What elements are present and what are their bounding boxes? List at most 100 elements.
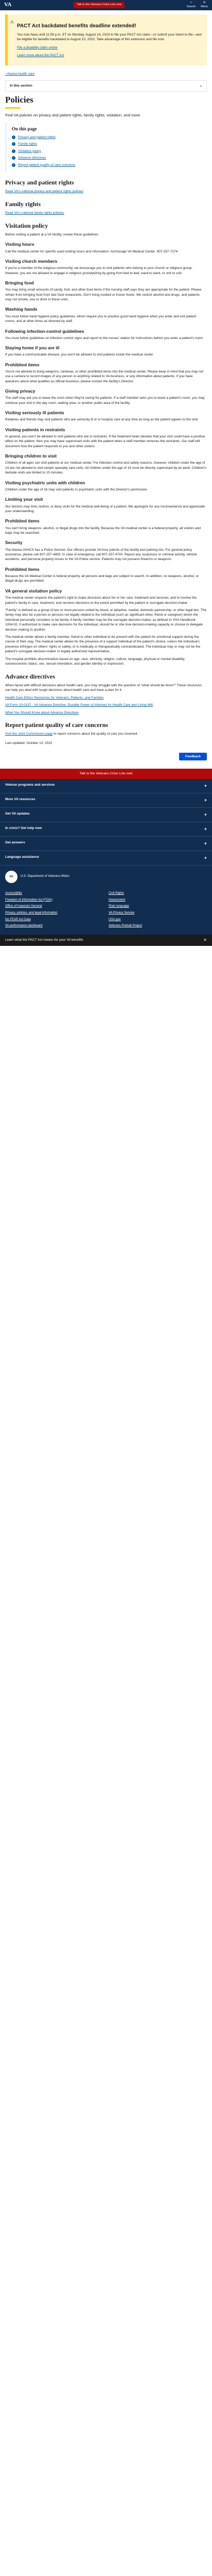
subheading: Visiting patients in restraints xyxy=(5,427,65,432)
paragraph: You must follow hand hygiene policy guid… xyxy=(5,314,197,324)
joint-commission-link[interactable]: Visit the Joint Commission page xyxy=(5,732,52,736)
paragraph: In general, you won't be allowed to visi… xyxy=(5,435,205,448)
paragraph: You must follow guidelines on infection … xyxy=(5,336,204,340)
pact-act-alert: ⚠ PACT Act backdated benefits deadline e… xyxy=(5,14,207,65)
footer-link[interactable]: USA.gov xyxy=(109,918,207,922)
feedback-area: Feedback xyxy=(0,750,212,764)
section-text: Before visiting a patient at a VA facili… xyxy=(5,232,99,236)
last-updated: Last updated: October 13, 2022 xyxy=(5,741,52,745)
file-claim-link[interactable]: File a disability claim online xyxy=(17,46,58,49)
in-section-label: In this section xyxy=(10,84,32,88)
feedback-button[interactable]: Feedback xyxy=(179,753,207,761)
footer-crisis-line[interactable]: Talk to the Veterans Crisis Line now xyxy=(0,769,212,779)
subheading: Visiting psychiatric units with children xyxy=(5,480,85,485)
resource-link[interactable]: Health Care Ethics Resources for Veteran… xyxy=(5,696,103,700)
arrow-down-icon: ↓ xyxy=(12,135,15,140)
pact-banner-text: Learn what the PACT Act means for your V… xyxy=(5,938,83,942)
paragraph: The medical center respects the patient'… xyxy=(5,596,197,605)
arrow-down-icon: ↓ xyxy=(12,142,15,146)
footer-link[interactable]: Freedom of Information Act (FOIA) xyxy=(5,898,103,903)
subheading: Bringing children to visit xyxy=(5,453,57,459)
paragraph: The medical center allows a family membe… xyxy=(5,635,201,654)
search-button[interactable]: ⌕ Search xyxy=(187,1,196,9)
footer: Talk to the Veterans Crisis Line now Vet… xyxy=(0,769,212,935)
toc-link[interactable]: Report patient quality of care concerns xyxy=(18,163,75,167)
subheading: Visiting seriously ill patients xyxy=(5,410,64,416)
menu-button[interactable]: ☰ Menu xyxy=(201,1,208,9)
paragraph: You may bring small amounts of candy, fr… xyxy=(5,288,202,302)
plus-icon: + xyxy=(204,783,207,788)
subheading: VA general visitation policy xyxy=(5,588,62,594)
paragraph: Children under the age of 16 may visit p… xyxy=(5,487,148,492)
breadcrumb: ‹ Alaska health care xyxy=(0,70,212,78)
toc-link[interactable]: Family rights xyxy=(18,142,37,146)
plus-icon: + xyxy=(204,826,207,832)
footer-accordion[interactable]: In crisis? Get help now + xyxy=(0,822,212,837)
paragraph: "Family" is defined as a group of two or… xyxy=(5,608,207,632)
subheading: Bringing food xyxy=(5,280,34,286)
family-rights-link[interactable]: Read VA's national family rights policie… xyxy=(5,211,64,215)
toc-link[interactable]: Advance directives xyxy=(18,156,46,160)
footer-link[interactable]: Harassment xyxy=(109,898,207,903)
footer-link[interactable]: Civil Rights xyxy=(109,891,207,896)
subheading: Security xyxy=(5,540,23,546)
toc-link[interactable]: Privacy and patient rights xyxy=(18,135,56,140)
site-header: VA Talk to the Veterans Crisis Line now … xyxy=(0,0,212,10)
footer-link[interactable]: VA performance dashboard xyxy=(5,924,103,928)
paragraph: Call the medical center for specific war… xyxy=(5,249,178,253)
pact-banner[interactable]: Learn what the PACT Act means for your V… xyxy=(0,935,212,946)
resource-link[interactable]: What You Should Know about Advance Direc… xyxy=(5,711,79,715)
toc-item[interactable]: ↓ Family rights xyxy=(12,142,202,146)
close-icon[interactable]: ✕ xyxy=(203,937,207,943)
toc-link[interactable]: Visitation policy xyxy=(18,149,41,154)
footer-link[interactable]: Office of Inspector General xyxy=(5,904,103,909)
paragraph: Children of all ages can visit patients … xyxy=(5,461,207,475)
toc-item[interactable]: ↓ Advance directives xyxy=(12,156,202,160)
toc-item[interactable]: ↓ Visitation policy xyxy=(12,149,202,154)
toc-item[interactable]: ↓ Report patient quality of care concerns xyxy=(12,163,202,167)
paragraph: Visit the Joint Commission page to repor… xyxy=(5,732,138,736)
va-seal-icon: VA xyxy=(5,871,17,883)
main-content: Policies Find VA policies on privacy and… xyxy=(0,95,212,746)
paragraph: You're not allowed to bring weapons, cam… xyxy=(5,369,204,383)
footer-accordion[interactable]: More VA resources + xyxy=(0,793,212,808)
footer-link[interactable]: No FEAR Act Data xyxy=(5,918,103,922)
paragraph: Our doctors may limit, restrict, or deny… xyxy=(5,504,205,513)
toc-item[interactable]: ↓ Privacy and patient rights xyxy=(12,135,202,140)
footer-accordion[interactable]: Get VA updates + xyxy=(0,808,212,822)
plus-icon: + xyxy=(204,797,207,803)
footer-logo[interactable]: VA U.S. Department of Veterans Affairs xyxy=(0,866,212,888)
section-heading: Advance directives xyxy=(5,672,55,680)
alert-text: You now have until 11:59 p.m. ET on Mond… xyxy=(17,33,202,42)
footer-link[interactable]: Accessibility xyxy=(5,891,103,896)
section-heading: Visitation policy xyxy=(5,222,48,229)
footer-accordion[interactable]: Get answers + xyxy=(0,837,212,851)
subheading: Limiting your visit xyxy=(5,497,43,502)
paragraph: Because the VA Medical Center is federal… xyxy=(5,574,199,583)
learn-pact-link[interactable]: Learn more about the PACT Act xyxy=(17,54,64,57)
privacy-policy-link[interactable]: Read VA's national privacy and patient r… xyxy=(5,190,83,193)
footer-accordion[interactable]: Language assistance + xyxy=(0,851,212,866)
subheading: Prohibited items xyxy=(5,362,40,367)
section-heading: Report patient quality of care concerns xyxy=(5,721,109,729)
crisis-line-button[interactable]: Talk to the Veterans Crisis Line now xyxy=(74,2,125,8)
resource-link[interactable]: VA Form 10-0137 - VA Advance Directive: … xyxy=(5,703,153,707)
footer-link[interactable]: Privacy, policies, and legal information xyxy=(5,911,103,916)
page-title: Policies xyxy=(5,95,207,109)
footer-link[interactable]: Plain language xyxy=(109,904,207,909)
va-logo[interactable]: VA xyxy=(4,1,11,9)
in-section-menu[interactable]: In this section ⌄ xyxy=(5,80,207,92)
footer-accordion[interactable]: Veteran programs and services + xyxy=(0,779,212,793)
footer-logo-text: U.S. Department of Veterans Affairs xyxy=(21,875,69,878)
plus-icon: + xyxy=(204,855,207,860)
section-heading: Family rights xyxy=(5,200,41,208)
search-icon: ⌕ xyxy=(190,1,192,5)
plus-icon: + xyxy=(204,840,207,846)
footer-link[interactable]: VA Privacy Service xyxy=(109,911,207,916)
menu-icon: ☰ xyxy=(203,1,206,5)
breadcrumb-link[interactable]: ‹ Alaska health care xyxy=(5,72,34,76)
paragraph: If you have a communicable disease, you … xyxy=(5,353,154,357)
header-actions: ⌕ Search ☰ Menu xyxy=(187,1,208,9)
footer-link[interactable]: Veterans Portrait Project xyxy=(109,924,207,928)
chevron-down-icon: ⌄ xyxy=(199,84,202,88)
